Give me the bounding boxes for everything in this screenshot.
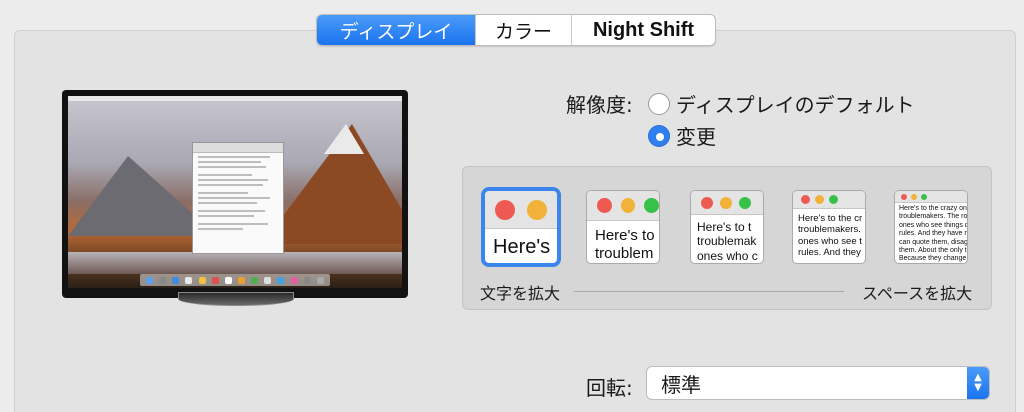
text-line	[198, 197, 270, 199]
dock-app-icon	[224, 276, 232, 284]
tab-display[interactable]: ディスプレイ	[317, 15, 475, 45]
text-line	[198, 179, 269, 181]
mountain-snow	[324, 124, 364, 154]
close-icon	[801, 195, 810, 204]
dock-app-icon	[185, 276, 193, 284]
tab-night-shift[interactable]: Night Shift	[571, 15, 715, 45]
text-line	[198, 228, 243, 230]
dock-app-icon	[238, 276, 246, 284]
thumb-titlebar	[691, 191, 763, 215]
rotation-value: 標準	[661, 372, 701, 397]
monitor-preview	[62, 90, 408, 298]
dock-app-icon	[264, 276, 272, 284]
minimize-icon	[815, 195, 824, 204]
rotation-select[interactable]: 標準 ▲ ▼	[646, 366, 990, 400]
scale-track-line	[574, 291, 844, 292]
thumb-sample-text: Here's to troublem	[595, 227, 655, 262]
radio-scaled[interactable]	[648, 124, 670, 147]
thumb-titlebar	[793, 191, 865, 209]
zoom-icon	[921, 193, 927, 200]
text-line	[198, 161, 261, 163]
dock-app-icon	[146, 276, 154, 284]
dock-app-icon	[303, 276, 311, 284]
resolution-default-label: ディスプレイのデフォルト	[676, 93, 915, 117]
thumb-sample-text: Here's to the cr troublemakers. ones who…	[798, 213, 863, 259]
thumb-titlebar	[485, 191, 557, 229]
text-line	[198, 184, 263, 186]
text-line	[198, 166, 266, 168]
dock-app-icon	[198, 276, 206, 284]
tab-color[interactable]: カラー	[475, 15, 571, 45]
thumb-titlebar	[587, 191, 659, 221]
resolution-default-option[interactable]: ディスプレイのデフォルト	[648, 89, 915, 118]
scale-option-4[interactable]: Here's to the cr troublemakers. ones who…	[792, 190, 866, 264]
zoom-icon	[829, 195, 838, 204]
text-line	[198, 202, 258, 204]
thumb-titlebar	[895, 191, 967, 203]
zoom-icon	[739, 196, 751, 209]
radio-default[interactable]	[648, 92, 670, 115]
minimize-icon	[720, 196, 732, 209]
text-line	[198, 210, 265, 212]
chevron-down-icon: ▼	[974, 382, 982, 393]
dock	[140, 274, 330, 286]
more-space-label: スペースを拡大	[862, 284, 973, 303]
text-line	[198, 192, 248, 194]
minimize-icon	[620, 198, 636, 213]
minimize-icon	[527, 199, 547, 220]
close-icon	[597, 198, 612, 213]
resolution-label: 解像度:	[566, 93, 633, 117]
scale-option-1[interactable]: Here's	[484, 190, 558, 264]
close-icon	[495, 199, 515, 220]
text-line	[198, 215, 254, 217]
monitor-stand	[178, 292, 294, 306]
dock-app-icon	[172, 276, 180, 284]
menu-bar	[68, 96, 402, 101]
select-stepper[interactable]: ▲ ▼	[967, 367, 989, 399]
thumb-sample-text: Here's	[493, 236, 551, 258]
dock-app-icon	[251, 276, 259, 284]
text-line	[198, 156, 270, 158]
close-icon	[701, 196, 713, 209]
dock-trash-icon	[316, 276, 324, 284]
tab-bar: ディスプレイ カラー Night Shift	[316, 14, 716, 46]
thumb-sample-text: Here's to t troublemak ones who c	[697, 220, 758, 263]
dock-app-icon	[290, 276, 298, 284]
zoom-icon	[644, 198, 659, 213]
dock-app-icon	[277, 276, 285, 284]
thumb-sample-text: Here's to the crazy one troublemakers. T…	[899, 205, 968, 263]
rotation-label: 回転:	[586, 376, 633, 400]
text-line	[198, 223, 269, 225]
document-titlebar	[193, 143, 283, 153]
close-icon	[901, 193, 907, 200]
larger-text-label: 文字を拡大	[480, 284, 561, 303]
resolution-scaled-label: 変更	[676, 125, 716, 149]
dock-app-icon	[159, 276, 167, 284]
desktop-wallpaper	[68, 96, 402, 288]
text-line	[198, 174, 252, 176]
scale-option-5[interactable]: Here's to the crazy one troublemakers. T…	[894, 190, 968, 264]
document-window	[192, 142, 284, 254]
dock-app-icon	[211, 276, 219, 284]
resolution-scaled-option[interactable]: 変更	[648, 121, 716, 150]
scale-option-3[interactable]: Here's to t troublemak ones who c	[690, 190, 764, 264]
lake	[68, 252, 402, 274]
scale-option-2[interactable]: Here's to troublem	[586, 190, 660, 264]
minimize-icon	[911, 193, 917, 200]
